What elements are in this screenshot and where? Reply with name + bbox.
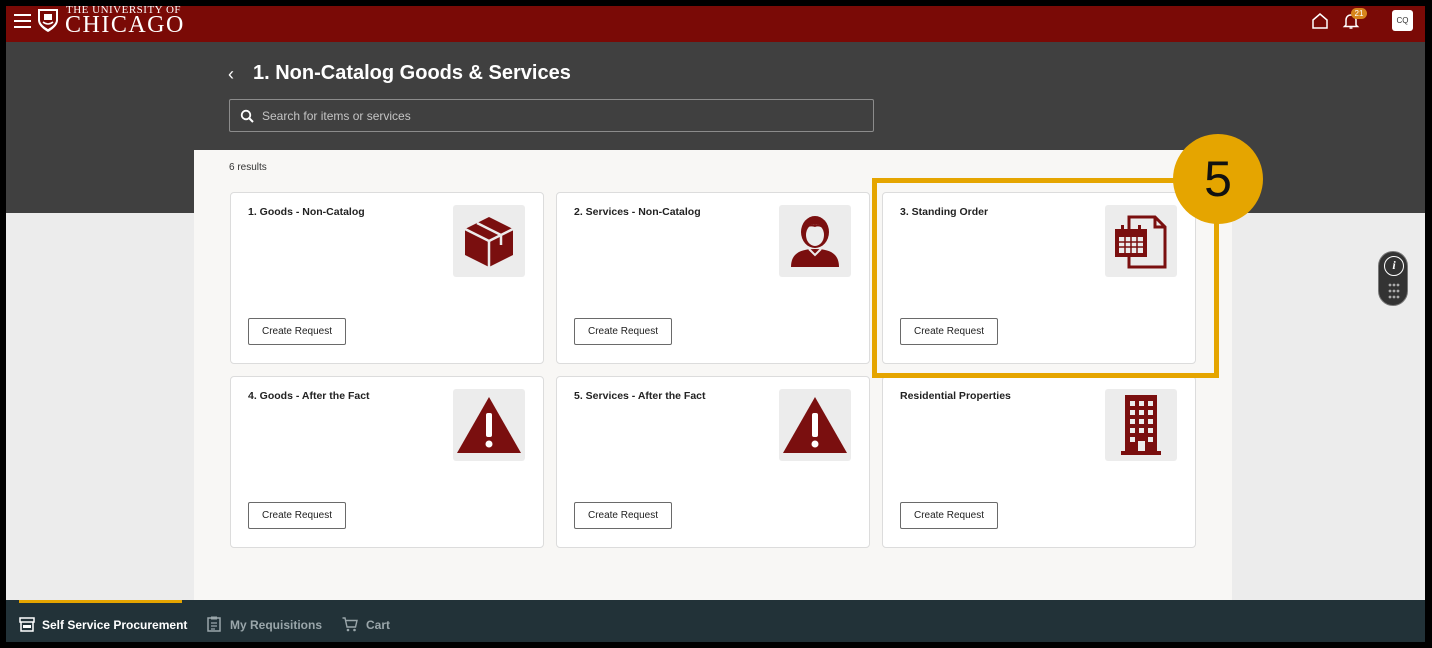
hamburger-menu-icon[interactable] — [14, 14, 31, 28]
results-count: 6 results — [229, 162, 267, 173]
box-icon — [453, 205, 525, 277]
create-request-button[interactable]: Create Request — [574, 502, 672, 529]
create-request-button[interactable]: Create Request — [574, 318, 672, 345]
card-services-non-catalog[interactable]: 2. Services - Non-Catalog Create Request — [556, 192, 870, 364]
create-request-button[interactable]: Create Request — [248, 502, 346, 529]
page-title: 1. Non-Catalog Goods & Services — [253, 62, 571, 84]
card-title: 2. Services - Non-Catalog — [574, 206, 701, 218]
active-tab-indicator — [19, 600, 182, 603]
step-highlight-box — [872, 178, 1219, 378]
create-request-button[interactable]: Create Request — [900, 502, 998, 529]
info-icon[interactable]: i — [1384, 256, 1404, 276]
card-title: 5. Services - After the Fact — [574, 390, 706, 402]
back-chevron-icon[interactable]: ‹ — [228, 64, 234, 85]
app-frame: THE UNIVERSITY OF CHICAGO 21 CQ ‹ 1. Non… — [6, 6, 1425, 642]
nav-my-requisitions[interactable]: My Requisitions — [230, 618, 322, 632]
card-goods-non-catalog[interactable]: 1. Goods - Non-Catalog Create Request — [230, 192, 544, 364]
notification-count-badge: 21 — [1351, 8, 1367, 19]
warning-icon — [779, 389, 851, 461]
home-icon[interactable] — [1311, 12, 1329, 30]
search-icon — [240, 109, 254, 123]
store-icon[interactable] — [19, 616, 35, 632]
user-avatar[interactable]: CQ — [1392, 10, 1413, 31]
card-title: 1. Goods - Non-Catalog — [248, 206, 365, 218]
building-icon — [1105, 389, 1177, 461]
logo-big-text[interactable]: CHICAGO — [65, 13, 185, 37]
card-residential-properties[interactable]: Residential Properties Create Request — [882, 376, 1196, 548]
search-box[interactable] — [229, 99, 874, 132]
step-number-badge: 5 — [1173, 134, 1263, 224]
card-title: 4. Goods - After the Fact — [248, 390, 370, 402]
clipboard-icon[interactable] — [206, 616, 222, 632]
person-icon — [779, 205, 851, 277]
university-crest-icon — [38, 9, 58, 32]
nav-cart[interactable]: Cart — [366, 618, 390, 632]
top-header: THE UNIVERSITY OF CHICAGO 21 CQ — [6, 6, 1425, 42]
cart-icon[interactable] — [342, 616, 358, 632]
card-title: Residential Properties — [900, 390, 1011, 402]
nav-self-service-procurement[interactable]: Self Service Procurement — [42, 618, 187, 632]
warning-icon — [453, 389, 525, 461]
card-services-after-the-fact[interactable]: 5. Services - After the Fact Create Requ… — [556, 376, 870, 548]
help-widget[interactable]: i — [1378, 251, 1408, 306]
create-request-button[interactable]: Create Request — [248, 318, 346, 345]
search-input[interactable] — [262, 100, 862, 131]
card-goods-after-the-fact[interactable]: 4. Goods - After the Fact Create Request — [230, 376, 544, 548]
drag-grip-icon[interactable] — [1387, 282, 1401, 300]
